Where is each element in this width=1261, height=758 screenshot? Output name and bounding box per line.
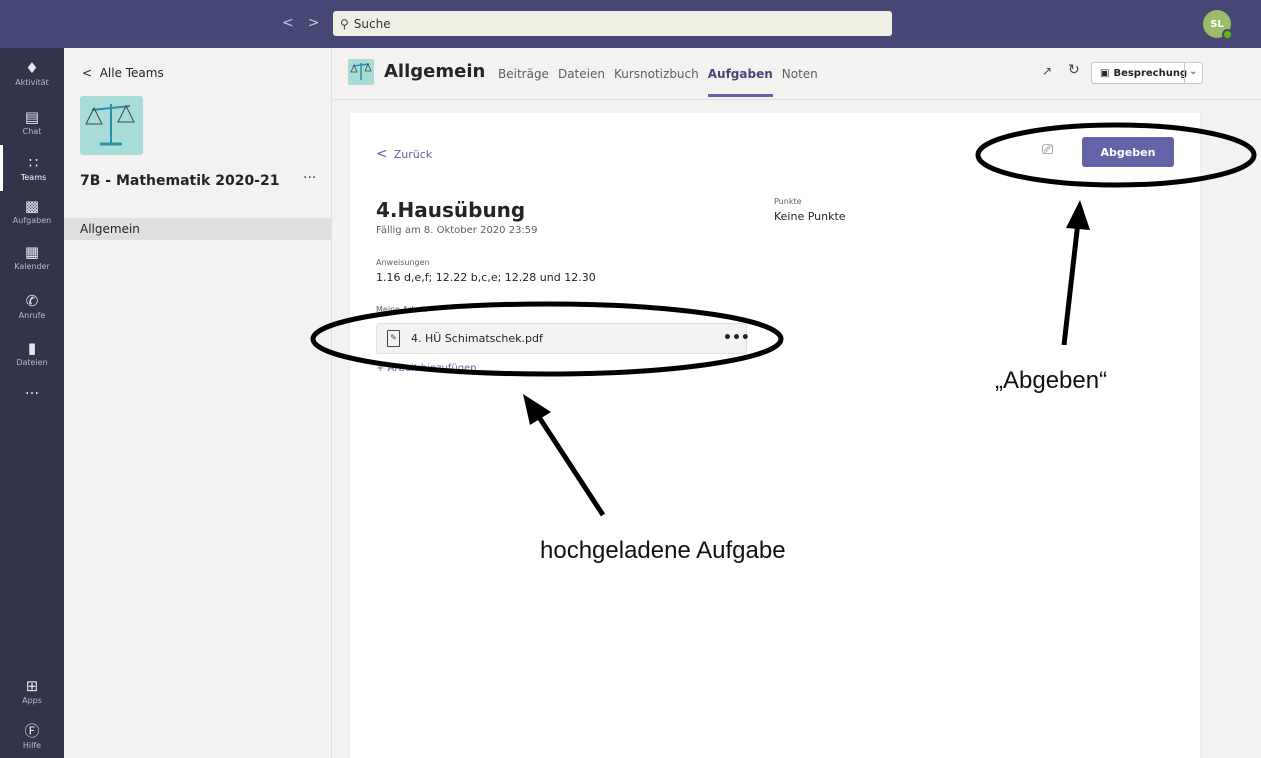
rail-label: Chat bbox=[22, 126, 42, 136]
add-work-link[interactable]: + Arbeit hinzufügen bbox=[376, 363, 477, 374]
submit-button[interactable]: Abgeben bbox=[1082, 137, 1174, 167]
rail-more-button[interactable]: ... bbox=[0, 366, 64, 412]
search-icon: ⚲ bbox=[340, 16, 349, 31]
points-value: Keine Punkte bbox=[774, 210, 846, 223]
back-label: Zurück bbox=[393, 148, 433, 161]
rail-label: Teams bbox=[20, 172, 47, 182]
rail-label: Hilfe bbox=[22, 740, 42, 750]
meeting-button[interactable]: ▣ Besprechung ⌄ bbox=[1091, 62, 1203, 84]
more-icon: ... bbox=[24, 380, 40, 398]
rail-label: Anrufe bbox=[18, 310, 46, 320]
back-icon[interactable]: < bbox=[282, 15, 308, 31]
top-bar: <> ⚲ Suche SL bbox=[0, 0, 1261, 48]
divider bbox=[1184, 63, 1185, 83]
tab-beitraege[interactable]: Beiträge bbox=[498, 67, 549, 81]
pdf-file-icon: ✎ bbox=[387, 330, 400, 347]
presence-icon bbox=[1222, 29, 1233, 40]
rail-label: Aktivität bbox=[15, 77, 49, 87]
phone-icon: ✆ bbox=[25, 291, 39, 310]
assignment-title: 4.Hausübung bbox=[376, 198, 526, 222]
search-input[interactable]: ⚲ Suche bbox=[333, 11, 892, 36]
back-button[interactable]: < Zurück bbox=[376, 146, 432, 162]
my-work-label: Meine Arbeit bbox=[376, 305, 427, 314]
meeting-label: Besprechung bbox=[1113, 67, 1188, 79]
camera-icon: ▣ bbox=[1100, 67, 1110, 79]
tab-noten[interactable]: Noten bbox=[782, 67, 818, 81]
refresh-icon[interactable]: ↻ bbox=[1068, 62, 1080, 78]
instructions-text: 1.16 d,e,f; 12.22 b,c,e; 12.28 und 12.30 bbox=[376, 271, 596, 284]
annotation-upload-note: hochgeladene Aufgabe bbox=[540, 537, 786, 564]
rail-item-anrufe[interactable]: ✆ Anrufe bbox=[0, 283, 64, 329]
file-name: 4. HÜ Schimatschek.pdf bbox=[411, 332, 543, 345]
calendar-icon: ▦ bbox=[24, 242, 40, 261]
help-icon: Ⓕ bbox=[24, 721, 40, 740]
assignment-card: < Zurück ⎚ Abgeben 4.Hausübung Fällig am … bbox=[350, 113, 1200, 758]
search-placeholder: Suche bbox=[353, 16, 391, 31]
channel-icon bbox=[348, 59, 374, 85]
annotation-submit-note: „Abgeben“ bbox=[995, 367, 1108, 394]
chevron-left-icon: < bbox=[376, 146, 388, 162]
teams-icon: ∷ bbox=[28, 153, 39, 172]
rail-label: Apps bbox=[22, 695, 42, 705]
rail-item-hilfe[interactable]: Ⓕ Hilfe bbox=[0, 713, 64, 758]
rail-item-aufgaben[interactable]: ▩ Aufgaben bbox=[0, 188, 64, 234]
rail-item-kalender[interactable]: ▦ Kalender bbox=[0, 234, 64, 280]
avatar-initials: SL bbox=[1210, 18, 1224, 30]
channel-title: Allgemein bbox=[384, 61, 486, 82]
file-icon: ▮ bbox=[27, 338, 37, 357]
expand-icon[interactable]: ↗ bbox=[1042, 64, 1052, 78]
rail-item-apps[interactable]: ⊞ Apps bbox=[0, 668, 64, 714]
scales-icon bbox=[350, 62, 372, 80]
all-teams-label: Alle Teams bbox=[99, 66, 164, 80]
chevron-left-icon: < bbox=[82, 66, 100, 80]
rail-item-chat[interactable]: ▤ Chat bbox=[0, 99, 64, 145]
points-label: Punkte bbox=[774, 197, 802, 206]
chat-icon: ▤ bbox=[24, 107, 40, 126]
instructions-label: Anweisungen bbox=[376, 258, 430, 267]
assignments-icon: ▩ bbox=[24, 196, 40, 215]
rail-item-teams[interactable]: ∷ Teams bbox=[0, 145, 64, 191]
team-logo bbox=[80, 96, 143, 155]
history-nav: <> bbox=[282, 15, 333, 31]
forward-icon[interactable]: > bbox=[308, 15, 334, 31]
rail-label: Kalender bbox=[14, 261, 50, 271]
scales-icon bbox=[85, 104, 135, 146]
channel-header: Allgemein Beiträge Dateien Kursnotizbuch… bbox=[332, 48, 1261, 100]
app-rail: ♦ Aktivität ▤ Chat ∷ Teams ▩ Aufgaben ▦ … bbox=[0, 48, 64, 758]
attached-file[interactable]: ✎ 4. HÜ Schimatschek.pdf ••• bbox=[376, 323, 750, 354]
tab-kursnotizbuch[interactable]: Kursnotizbuch bbox=[614, 67, 699, 81]
tab-dateien[interactable]: Dateien bbox=[558, 67, 605, 81]
due-date: Fällig am 8. Oktober 2020 23:59 bbox=[376, 225, 538, 236]
avatar[interactable]: SL bbox=[1203, 10, 1233, 40]
tab-aufgaben[interactable]: Aufgaben bbox=[707, 67, 773, 97]
team-name: 7B - Mathematik 2020-21 bbox=[80, 173, 280, 189]
all-teams-link[interactable]: < Alle Teams bbox=[82, 66, 164, 80]
chevron-down-icon[interactable]: ⌄ bbox=[1189, 66, 1197, 77]
bell-icon: ♦ bbox=[25, 58, 39, 77]
rail-label: Aufgaben bbox=[12, 215, 52, 225]
channel-tabs: Beiträge Dateien Kursnotizbuch Aufgaben … bbox=[498, 67, 818, 97]
file-more-button[interactable]: ••• bbox=[723, 330, 750, 346]
team-more-button[interactable]: ··· bbox=[303, 170, 316, 186]
channel-item-allgemein[interactable]: Allgemein bbox=[64, 218, 332, 240]
team-panel: < Alle Teams 7B - Mathematik 2020-21 ···… bbox=[64, 48, 332, 758]
apps-icon: ⊞ bbox=[25, 676, 39, 695]
rail-item-aktivitaet[interactable]: ♦ Aktivität bbox=[0, 50, 64, 96]
immersive-reader-icon[interactable]: ⎚ bbox=[1042, 142, 1053, 158]
